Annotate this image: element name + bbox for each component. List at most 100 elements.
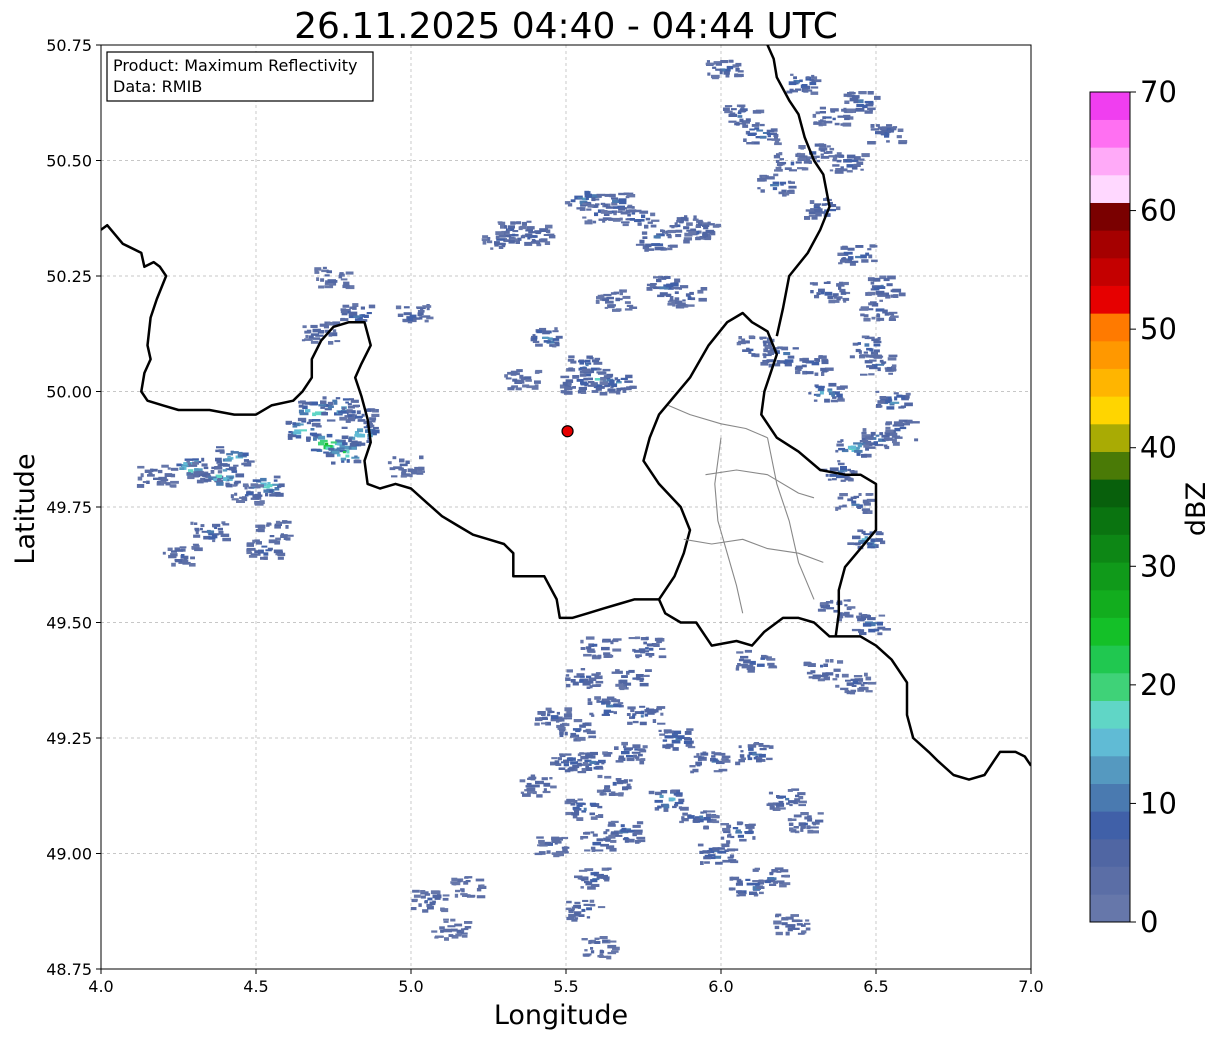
echo-pixel [601,701,605,705]
echo-pixel [851,503,860,506]
echo-pixel [663,808,669,812]
y-tick-label: 50.25 [46,267,92,286]
echo-pixel [299,423,304,426]
echo-pixel [756,663,765,667]
echo-pixel [773,154,781,159]
echo-pixel [419,455,424,460]
echo-pixel [192,461,199,465]
echo-pixel [841,673,849,678]
echo-pixel [688,815,695,819]
echo-pixel [405,460,410,464]
echo-pixel [285,525,289,529]
echo-pixel [351,411,356,414]
radar-figure: 26.11.2025 04:40 - 04:44 UTC Product: Ma… [10,6,1212,1031]
echo-pixel [582,681,591,686]
echo-pixel [561,390,569,394]
echo-pixel [634,711,642,714]
echo-pixel [774,925,780,930]
echo-pixel [759,891,764,895]
echo-pixel [887,129,891,134]
colorbar-segment [1090,645,1130,674]
echo-pixel [621,741,628,746]
echo-pixel [443,920,449,923]
echo-pixel [554,327,558,331]
echo-pixel [702,850,711,854]
echo-pixel [862,623,872,627]
echo-pixel [246,543,254,547]
echo-pixel [350,399,359,403]
echo-pixel [879,359,884,363]
echo-pixel [640,710,645,715]
echo-pixel [416,306,422,309]
echo-pixel [545,229,551,234]
echo-pixel [712,820,720,824]
echo-pixel [662,229,666,234]
echo-pixel [498,221,506,225]
echo-pixel [842,612,849,616]
echo-pixel [412,889,420,893]
echo-pixel [875,124,880,127]
echo-pixel [815,212,822,217]
colorbar-segment [1090,507,1130,535]
echo-pixel [781,917,789,921]
echo-pixel [348,436,353,439]
echo-pixel [611,197,619,200]
echo-pixel [752,882,761,886]
echo-pixel [342,284,350,289]
colorbar: 0 10 20 30 40 50 60 70 [1089,75,1177,939]
echo-pixel [592,643,598,647]
echo-pixel [770,184,779,187]
echo-pixel [231,468,235,471]
echo-pixel [622,223,629,227]
echo-pixel [624,301,631,304]
echo-pixel [712,224,720,228]
echo-pixel [606,845,612,850]
echo-pixel [235,473,245,478]
echo-pixel [454,936,459,939]
echo-pixel [457,879,462,883]
echo-pixel [519,225,527,230]
echo-pixel [599,950,605,954]
echo-pixel [735,667,740,671]
echo-pixel [877,400,886,404]
echo-pixel [442,897,449,901]
echo-pixel [167,547,173,551]
echo-pixel [512,230,519,233]
echo-pixel [781,346,789,351]
echo-pixel [570,199,576,203]
echo-pixel [739,118,744,122]
echo-pixel [265,492,269,497]
echo-pixel [587,381,595,384]
echo-pixel [766,129,775,133]
echo-pixel [711,76,719,80]
echo-pixel [877,355,884,358]
echo-pixel [342,442,348,446]
echo-pixel [736,73,744,77]
echo-pixel [427,897,433,901]
echo-pixel [243,462,250,466]
echo-pixel [480,884,485,888]
colorbar-tick-label: 50 [1140,312,1177,346]
echo-pixel [305,334,309,338]
echo-pixel [342,407,346,410]
echo-pixel [599,381,609,385]
echo-pixel [799,155,808,158]
echo-pixel [590,947,594,950]
echo-pixel [820,664,824,668]
echo-pixel [294,429,300,432]
echo-pixel [843,251,853,255]
echo-pixel [868,373,875,376]
echo-pixel [522,793,531,797]
echo-pixel [833,668,841,672]
echo-pixel [592,833,598,837]
echo-pixel [776,803,785,807]
echo-pixel [739,838,747,842]
echo-pixel [852,680,859,685]
echo-pixel [791,818,797,821]
echo-pixel [564,731,568,736]
echo-pixel [413,898,418,902]
echo-pixel [675,229,683,233]
echo-pixel [635,756,640,759]
echo-pixel [775,913,782,917]
echo-pixel [521,221,527,226]
